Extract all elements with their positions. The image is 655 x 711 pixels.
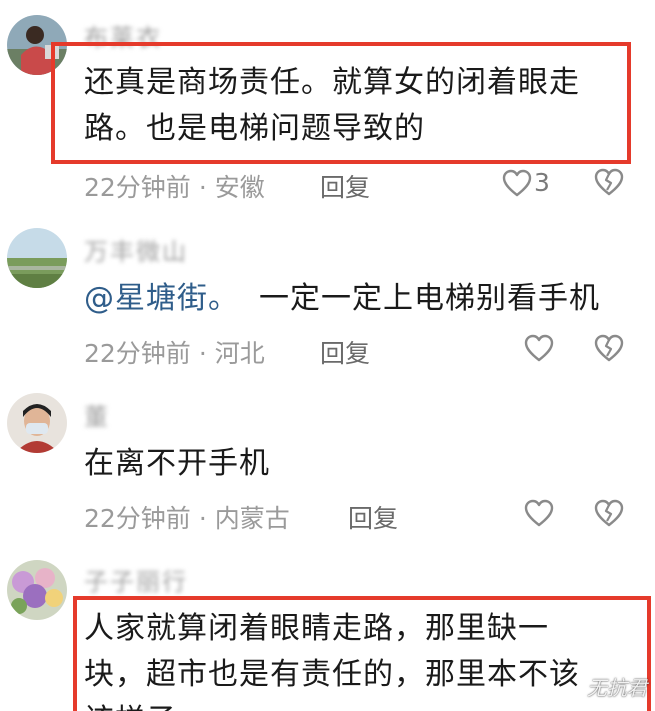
comment-text-content: 一定一定上电梯别看手机 bbox=[259, 281, 600, 316]
username[interactable]: 董 bbox=[84, 397, 110, 432]
avatar[interactable] bbox=[7, 228, 67, 288]
timestamp: 22分钟前 bbox=[84, 339, 191, 368]
avatar[interactable] bbox=[7, 560, 67, 620]
comment-text: 在离不开手机 bbox=[84, 441, 270, 487]
comment-item: 子子丽行 人家就算闭着眼睛走路，那里缺一 块，超市也是有责任的，那里本不该 该梯… bbox=[0, 540, 655, 711]
like-button[interactable] bbox=[524, 334, 554, 362]
separator-dot: · bbox=[198, 173, 207, 202]
mention-link[interactable]: @星塘街。 bbox=[84, 281, 239, 316]
comment-meta: 22分钟前 · 河北 bbox=[84, 334, 265, 370]
heart-outline-icon bbox=[502, 169, 532, 197]
timestamp: 22分钟前 bbox=[84, 173, 191, 202]
reply-button[interactable]: 回复 bbox=[320, 334, 370, 370]
watermark: 无抗君 bbox=[587, 676, 647, 700]
comment-text: 人家就算闭着眼睛走路，那里缺一 块，超市也是有责任的，那里本不该 该梯子 bbox=[84, 606, 580, 711]
comment-line: 人家就算闭着眼睛走路，那里缺一 bbox=[84, 611, 549, 646]
heart-outline-icon bbox=[524, 499, 554, 527]
comment-item: 万丰微山 @星塘街。 一定一定上电梯别看手机 22分钟前 · 河北 回复 bbox=[0, 210, 655, 375]
comment-text: @星塘街。 一定一定上电梯别看手机 bbox=[84, 276, 600, 322]
comment-line: 路。也是电梯问题导致的 bbox=[84, 111, 425, 146]
dislike-button[interactable] bbox=[594, 334, 624, 362]
reply-button[interactable]: 回复 bbox=[348, 499, 398, 535]
comment-thread: 布莱衣 还真是商场责任。就算女的闭着眼走 路。也是电梯问题导致的 22分钟前 · 安… bbox=[0, 0, 655, 711]
like-button[interactable] bbox=[524, 499, 554, 527]
comment-item: 布莱衣 还真是商场责任。就算女的闭着眼走 路。也是电梯问题导致的 22分钟前 · 安… bbox=[0, 0, 655, 210]
comment-line: 还真是商场责任。就算女的闭着眼走 bbox=[84, 65, 580, 100]
comment-text: 还真是商场责任。就算女的闭着眼走 路。也是电梯问题导致的 bbox=[84, 60, 580, 152]
comment-line: 块，超市也是有责任的，那里本不该 bbox=[84, 657, 580, 692]
timestamp: 22分钟前 bbox=[84, 504, 191, 533]
comment-meta: 22分钟前 · 内蒙古 bbox=[84, 499, 290, 535]
broken-heart-icon bbox=[594, 499, 624, 527]
reply-button[interactable]: 回复 bbox=[320, 168, 370, 204]
comment-line: 该梯子 bbox=[84, 698, 580, 711]
location: 安徽 bbox=[214, 173, 265, 202]
avatar[interactable] bbox=[7, 393, 67, 453]
location: 内蒙古 bbox=[214, 504, 290, 533]
separator-dot: · bbox=[198, 339, 207, 368]
username[interactable]: 子子丽行 bbox=[84, 562, 188, 597]
like-button[interactable]: 3 bbox=[502, 168, 550, 197]
heart-outline-icon bbox=[524, 334, 554, 362]
dislike-button[interactable] bbox=[594, 499, 624, 527]
broken-heart-icon bbox=[594, 168, 624, 196]
avatar[interactable] bbox=[7, 15, 67, 75]
dislike-button[interactable] bbox=[594, 168, 624, 196]
like-count: 3 bbox=[534, 168, 550, 197]
comment-meta: 22分钟前 · 安徽 bbox=[84, 168, 265, 204]
username[interactable]: 布莱衣 bbox=[84, 18, 162, 53]
broken-heart-icon bbox=[594, 334, 624, 362]
username[interactable]: 万丰微山 bbox=[84, 232, 188, 267]
comment-text-content: 在离不开手机 bbox=[84, 446, 270, 481]
separator-dot: · bbox=[198, 504, 207, 533]
comment-item: 董 在离不开手机 22分钟前 · 内蒙古 回复 bbox=[0, 375, 655, 540]
location: 河北 bbox=[214, 339, 265, 368]
